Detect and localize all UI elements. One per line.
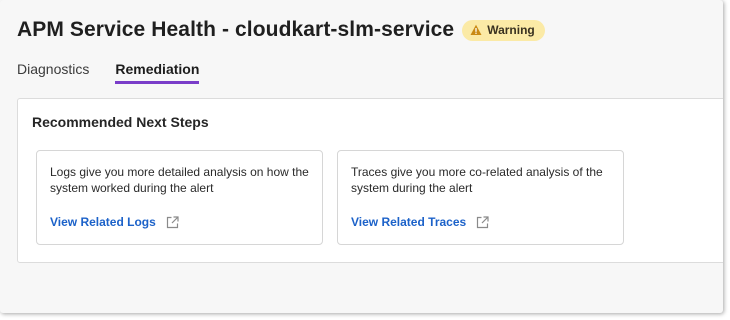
tab-remediation[interactable]: Remediation bbox=[115, 61, 200, 84]
tab-bar: Diagnostics Remediation bbox=[17, 61, 225, 84]
warning-triangle-icon bbox=[470, 24, 482, 35]
traces-card: Traces give you more co-related analysis… bbox=[337, 150, 624, 245]
tab-diagnostics[interactable]: Diagnostics bbox=[17, 61, 89, 84]
external-link-icon[interactable] bbox=[476, 215, 489, 229]
recommended-next-steps-panel: Recommended Next Steps Logs give you mor… bbox=[17, 98, 723, 263]
header: APM Service Health - cloudkart-slm-servi… bbox=[17, 16, 545, 44]
panel-title: Recommended Next Steps bbox=[32, 114, 209, 130]
external-link-icon[interactable] bbox=[166, 215, 179, 229]
page-title: APM Service Health - cloudkart-slm-servi… bbox=[17, 18, 455, 41]
status-badge-label: Warning bbox=[487, 23, 535, 37]
traces-card-description: Traces give you more co-related analysis… bbox=[351, 165, 603, 195]
app-window: APM Service Health - cloudkart-slm-servi… bbox=[0, 0, 723, 313]
view-related-traces-link[interactable]: View Related Traces bbox=[351, 215, 489, 229]
status-badge: Warning bbox=[462, 19, 545, 41]
view-related-traces-label[interactable]: View Related Traces bbox=[351, 215, 466, 229]
logs-card-description: Logs give you more detailed analysis on … bbox=[50, 165, 309, 195]
view-related-logs-link[interactable]: View Related Logs bbox=[50, 215, 179, 229]
view-related-logs-label[interactable]: View Related Logs bbox=[50, 215, 156, 229]
logs-card: Logs give you more detailed analysis on … bbox=[36, 150, 323, 245]
